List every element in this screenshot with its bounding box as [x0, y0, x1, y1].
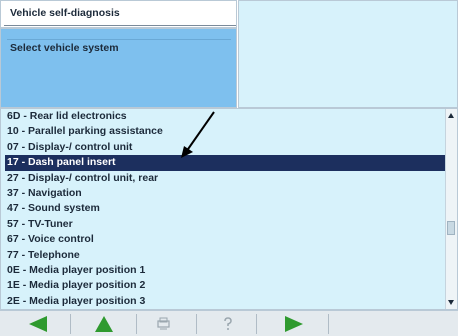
scroll-down-arrow-icon[interactable] — [448, 300, 454, 305]
list-item[interactable]: 77 - Telephone — [5, 248, 447, 263]
toolbar-divider — [70, 314, 71, 334]
prompt-panel: Select vehicle system — [0, 28, 237, 108]
back-button[interactable] — [14, 313, 62, 335]
up-button[interactable] — [80, 313, 128, 335]
list-item[interactable]: 10 - Parallel parking assistance — [5, 124, 447, 139]
toolbar-divider — [328, 314, 329, 334]
list-item[interactable]: 2E - Media player position 3 — [5, 294, 447, 309]
toolbar-divider — [256, 314, 257, 334]
list-item[interactable]: 57 - TV-Tuner — [5, 217, 447, 232]
page-title: Vehicle self-diagnosis — [10, 7, 120, 19]
list-item[interactable]: 0E - Media player position 1 — [5, 263, 447, 278]
scroll-up-arrow-icon[interactable] — [448, 113, 454, 118]
list-item[interactable]: 37 - Navigation — [5, 186, 447, 201]
info-panel — [238, 0, 458, 108]
list-scrollbar[interactable] — [445, 109, 457, 309]
arrow-right-icon — [285, 316, 303, 332]
prompt-text: Select vehicle system — [10, 42, 119, 54]
list-item[interactable]: 07 - Display-/ control unit — [5, 140, 447, 155]
arrow-up-icon — [95, 316, 113, 332]
list-item-selected[interactable]: 17 - Dash panel insert — [5, 155, 447, 171]
toolbar-divider — [136, 314, 137, 334]
list-item[interactable]: 67 - Voice control — [5, 232, 447, 247]
help-icon — [224, 317, 232, 330]
print-icon — [157, 317, 170, 330]
system-list: 6D - Rear lid electronics 10 - Parallel … — [5, 109, 447, 309]
toolbar-divider — [196, 314, 197, 334]
help-button[interactable] — [204, 313, 252, 335]
forward-button[interactable] — [270, 313, 318, 335]
bottom-toolbar — [0, 310, 458, 336]
list-item[interactable]: 6D - Rear lid electronics — [5, 109, 447, 124]
scrollbar-thumb[interactable] — [447, 221, 455, 235]
list-item[interactable]: 1E - Media player position 2 — [5, 278, 447, 293]
header-panel: Vehicle self-diagnosis — [0, 0, 237, 28]
arrow-left-icon — [29, 316, 47, 332]
system-list-panel: 6D - Rear lid electronics 10 - Parallel … — [0, 108, 458, 310]
print-button[interactable] — [140, 313, 188, 335]
pointer-arrow-icon — [181, 111, 215, 158]
list-item[interactable]: 47 - Sound system — [5, 201, 447, 216]
prompt-area: Select vehicle system — [7, 39, 231, 102]
list-item[interactable]: 27 - Display-/ control unit, rear — [5, 171, 447, 186]
title-underline — [4, 25, 236, 26]
